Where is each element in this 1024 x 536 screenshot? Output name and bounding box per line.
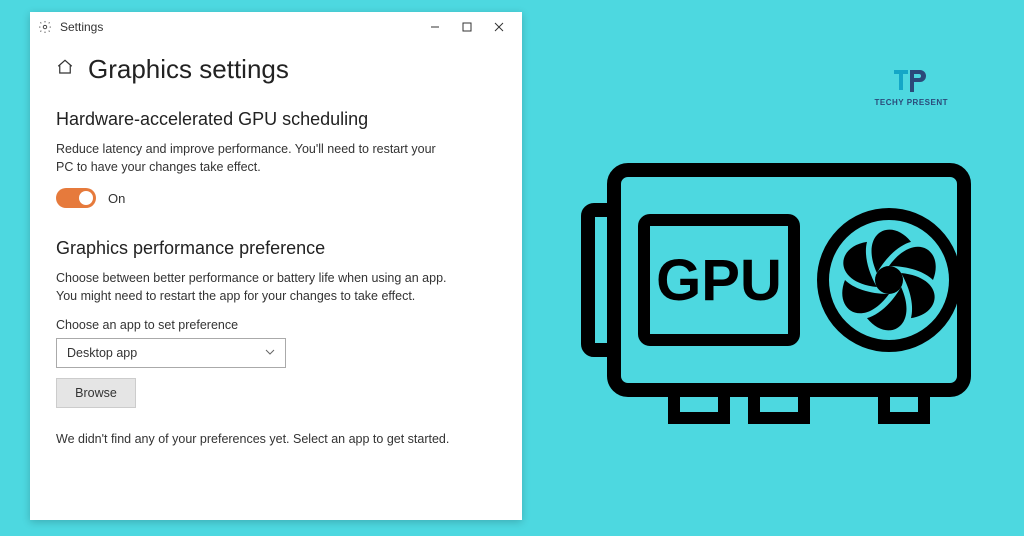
gpu-scheduling-toggle-row: On bbox=[56, 188, 496, 208]
app-type-select[interactable]: Desktop app bbox=[56, 338, 286, 368]
window-title: Settings bbox=[60, 20, 103, 34]
chevron-down-icon bbox=[265, 346, 275, 360]
maximize-button[interactable] bbox=[452, 16, 482, 38]
performance-pref-description: Choose between better performance or bat… bbox=[56, 269, 456, 305]
brand-name: TECHY PRESENT bbox=[875, 98, 948, 107]
window-controls bbox=[420, 16, 514, 38]
brand-logo: TECHY PRESENT bbox=[875, 70, 948, 107]
page-title: Graphics settings bbox=[88, 54, 289, 85]
toggle-knob bbox=[79, 191, 93, 205]
gpu-scheduling-heading: Hardware-accelerated GPU scheduling bbox=[56, 109, 496, 130]
brand-tp-icon bbox=[875, 70, 948, 96]
page-header: Graphics settings bbox=[56, 54, 496, 85]
gpu-scheduling-description: Reduce latency and improve performance. … bbox=[56, 140, 456, 176]
close-button[interactable] bbox=[484, 16, 514, 38]
settings-icon bbox=[38, 20, 52, 34]
app-select-label: Choose an app to set preference bbox=[56, 318, 496, 332]
browse-button[interactable]: Browse bbox=[56, 378, 136, 408]
gpu-scheduling-toggle[interactable] bbox=[56, 188, 96, 208]
performance-pref-heading: Graphics performance preference bbox=[56, 238, 496, 259]
gpu-scheduling-toggle-label: On bbox=[108, 191, 125, 206]
home-icon[interactable] bbox=[56, 58, 74, 81]
settings-window: Settings Graphics settings Hardware-acce… bbox=[30, 12, 522, 520]
content-area: Graphics settings Hardware-accelerated G… bbox=[30, 42, 522, 458]
empty-preferences-message: We didn't find any of your preferences y… bbox=[56, 432, 496, 446]
browse-button-label: Browse bbox=[75, 386, 117, 400]
app-type-select-value: Desktop app bbox=[67, 346, 137, 360]
minimize-button[interactable] bbox=[420, 16, 450, 38]
gpu-illustration: GPU bbox=[574, 150, 984, 440]
titlebar: Settings bbox=[30, 12, 522, 42]
gpu-label-text: GPU bbox=[656, 248, 782, 313]
